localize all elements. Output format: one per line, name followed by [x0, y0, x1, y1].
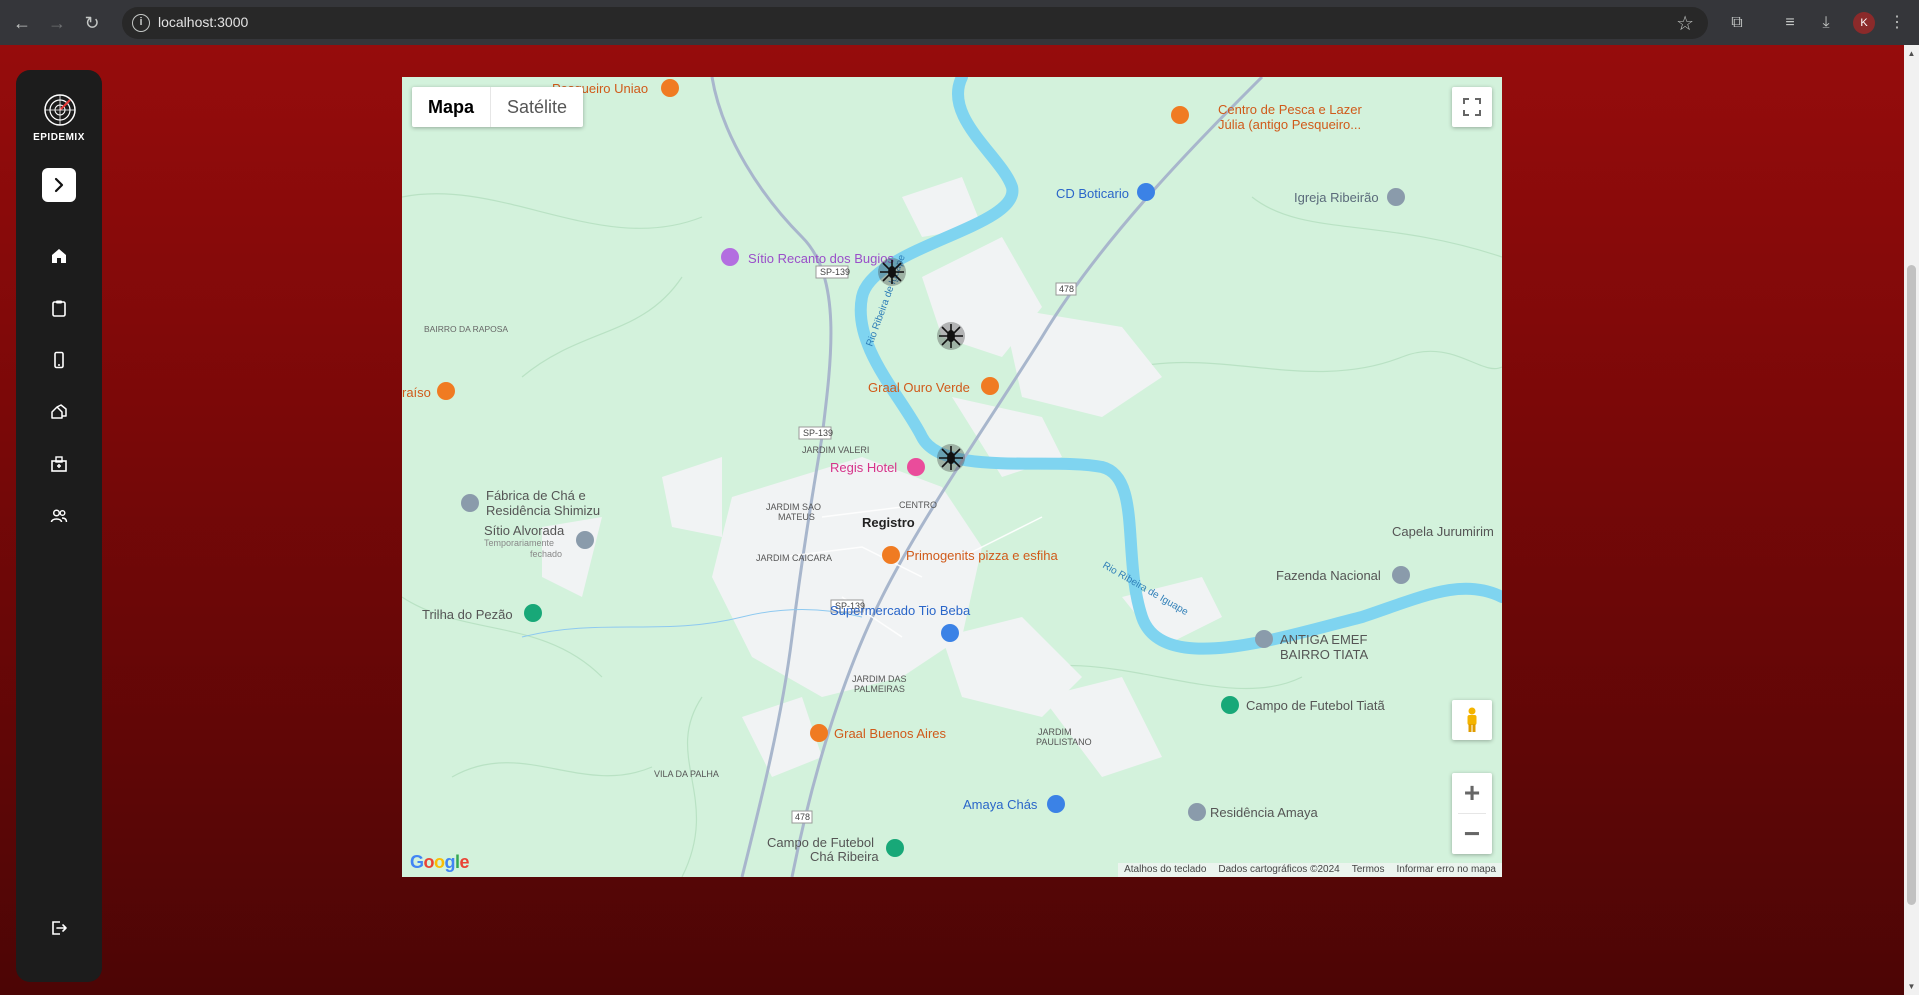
logout-button[interactable] — [49, 918, 69, 938]
map-data-text: Dados cartográficos ©2024 — [1218, 864, 1340, 875]
address-bar[interactable]: i localhost:3000 ☆ — [122, 7, 1708, 39]
url-text: localhost:3000 — [158, 14, 249, 30]
road-label: SP-139 — [820, 267, 850, 277]
page-scrollbar[interactable]: ▲ ▼ — [1904, 45, 1919, 995]
map-label: Júlia (antigo Pesqueiro... — [1218, 117, 1361, 132]
map-base[interactable]: SP-139 SP-139 SP-139 478 478 Pesqueiro U… — [402, 77, 1502, 877]
map-attribution: Atalhos do teclado Dados cartográficos ©… — [1118, 863, 1502, 877]
map-label: Centro de Pesca e Lazer — [1218, 102, 1362, 117]
map-label: Registro — [862, 515, 915, 530]
road-label: SP-139 — [803, 428, 833, 438]
house-icon — [51, 404, 67, 419]
media-icon[interactable]: ≡ — [1778, 11, 1802, 35]
download-icon[interactable]: ⤓ — [1814, 11, 1838, 35]
forward-icon[interactable]: → — [45, 11, 69, 35]
map-label: Temporariamente — [484, 538, 554, 548]
map-label: ANTIGA EMEF — [1280, 632, 1367, 647]
map-label: PALMEIRAS — [854, 684, 905, 694]
clipboard-icon — [52, 300, 66, 317]
map-label: Residência Shimizu — [486, 503, 600, 518]
map-label: CENTRO — [899, 500, 937, 510]
map-label: Campo de Futebol Tiatã — [1246, 698, 1386, 713]
nav-users[interactable] — [49, 506, 69, 526]
back-icon[interactable]: ← — [10, 11, 34, 35]
map-label: Primogenits pizza e esfiha — [906, 548, 1059, 563]
map-label: Graal Buenos Aires — [834, 726, 947, 741]
map-label: fechado — [530, 549, 562, 559]
mosquito-marker[interactable] — [878, 258, 906, 286]
map-label: Capela Jurumirim — [1392, 524, 1494, 539]
map-type-control: Mapa Satélite — [412, 87, 584, 127]
keyboard-shortcuts-link[interactable]: Atalhos do teclado — [1124, 863, 1206, 877]
map-label: raíso — [402, 385, 431, 400]
map-label: JARDIM VALERI — [802, 445, 869, 455]
map-label: MATEUS — [778, 512, 815, 522]
report-error-link[interactable]: Informar erro no mapa — [1397, 863, 1497, 877]
map-label: PAULISTANO — [1036, 737, 1092, 747]
zoom-in-button[interactable]: + — [1452, 773, 1492, 813]
logout-icon — [52, 921, 67, 935]
map-label: JARDIM CAICARA — [756, 553, 832, 563]
map-label: Sítio Alvorada — [484, 523, 565, 538]
road-label: 478 — [795, 812, 810, 822]
profile-avatar[interactable]: K — [1853, 12, 1875, 34]
road-label: 478 — [1059, 284, 1074, 294]
extensions-icon[interactable]: ⧉ — [1725, 11, 1749, 35]
nav-home[interactable] — [49, 246, 69, 266]
map-label: Graal Ouro Verde — [868, 380, 970, 395]
map-label: Supermercado Tio Beba — [830, 603, 971, 618]
expand-sidebar-button[interactable] — [42, 168, 76, 202]
google-logo: Google — [410, 852, 470, 872]
fullscreen-icon — [1463, 98, 1481, 116]
nav-hospital[interactable] — [49, 454, 69, 474]
mosquito-marker[interactable] — [937, 322, 965, 350]
street-view-pegman[interactable] — [1452, 700, 1492, 740]
map-label: VILA DA PALHA — [654, 769, 719, 779]
map-label: BAIRRO TIATA — [1280, 647, 1368, 662]
site-info-icon[interactable]: i — [132, 14, 150, 32]
mobile-icon — [54, 351, 64, 369]
browser-toolbar: ← → ↻ i localhost:3000 ☆ ⧉ ≡ ⤓ K ⋮ — [0, 0, 1919, 45]
zoom-out-button[interactable]: − — [1452, 814, 1492, 854]
map-label: Regis Hotel — [830, 460, 897, 475]
map-label: Residência Amaya — [1210, 805, 1318, 820]
scrollbar-thumb[interactable] — [1907, 265, 1916, 905]
nav-mobile[interactable] — [49, 350, 69, 370]
map-label: Fábrica de Chá e — [486, 488, 586, 503]
zoom-control: + − — [1452, 773, 1492, 854]
reload-icon[interactable]: ↻ — [80, 11, 104, 35]
map-label: JARDIM SAO — [766, 502, 821, 512]
map-type-satellite-button[interactable]: Satélite — [491, 87, 583, 127]
home-icon — [52, 249, 66, 263]
fullscreen-button[interactable] — [1452, 87, 1492, 127]
map-label: Igreja Ribeirão — [1294, 190, 1379, 205]
app-name: EPIDEMIX — [33, 132, 85, 143]
map-label: JARDIM — [1038, 727, 1072, 737]
sidebar: EPIDEMIX — [16, 70, 102, 982]
menu-icon[interactable]: ⋮ — [1885, 11, 1909, 35]
map-label: Campo de Futebol — [767, 835, 874, 850]
map-label: CD Boticario — [1056, 186, 1129, 201]
map-label: Sítio Recanto dos Bugios — [748, 251, 894, 266]
map-label: Chá Ribeira — [810, 849, 879, 864]
pegman-icon — [1467, 707, 1477, 732]
terms-link[interactable]: Termos — [1352, 863, 1385, 877]
map-type-map-button[interactable]: Mapa — [412, 87, 492, 127]
bookmark-star-icon[interactable]: ☆ — [1676, 11, 1694, 36]
chevron-right-icon — [54, 177, 64, 193]
map-view[interactable]: SP-139 SP-139 SP-139 478 478 Pesqueiro U… — [402, 77, 1502, 877]
nav-houses[interactable] — [49, 402, 69, 422]
mosquito-marker[interactable] — [937, 444, 965, 472]
map-label: Fazenda Nacional — [1276, 568, 1381, 583]
nav-reports[interactable] — [49, 298, 69, 318]
users-icon — [50, 509, 68, 523]
map-label: JARDIM DAS — [852, 674, 907, 684]
map-label: Amaya Chás — [963, 797, 1038, 812]
hospital-icon — [51, 456, 67, 472]
map-label: Trilha do Pezão — [422, 607, 513, 622]
map-label: BAIRRO DA RAPOSA — [424, 324, 508, 334]
epidemix-logo-icon — [44, 94, 76, 126]
